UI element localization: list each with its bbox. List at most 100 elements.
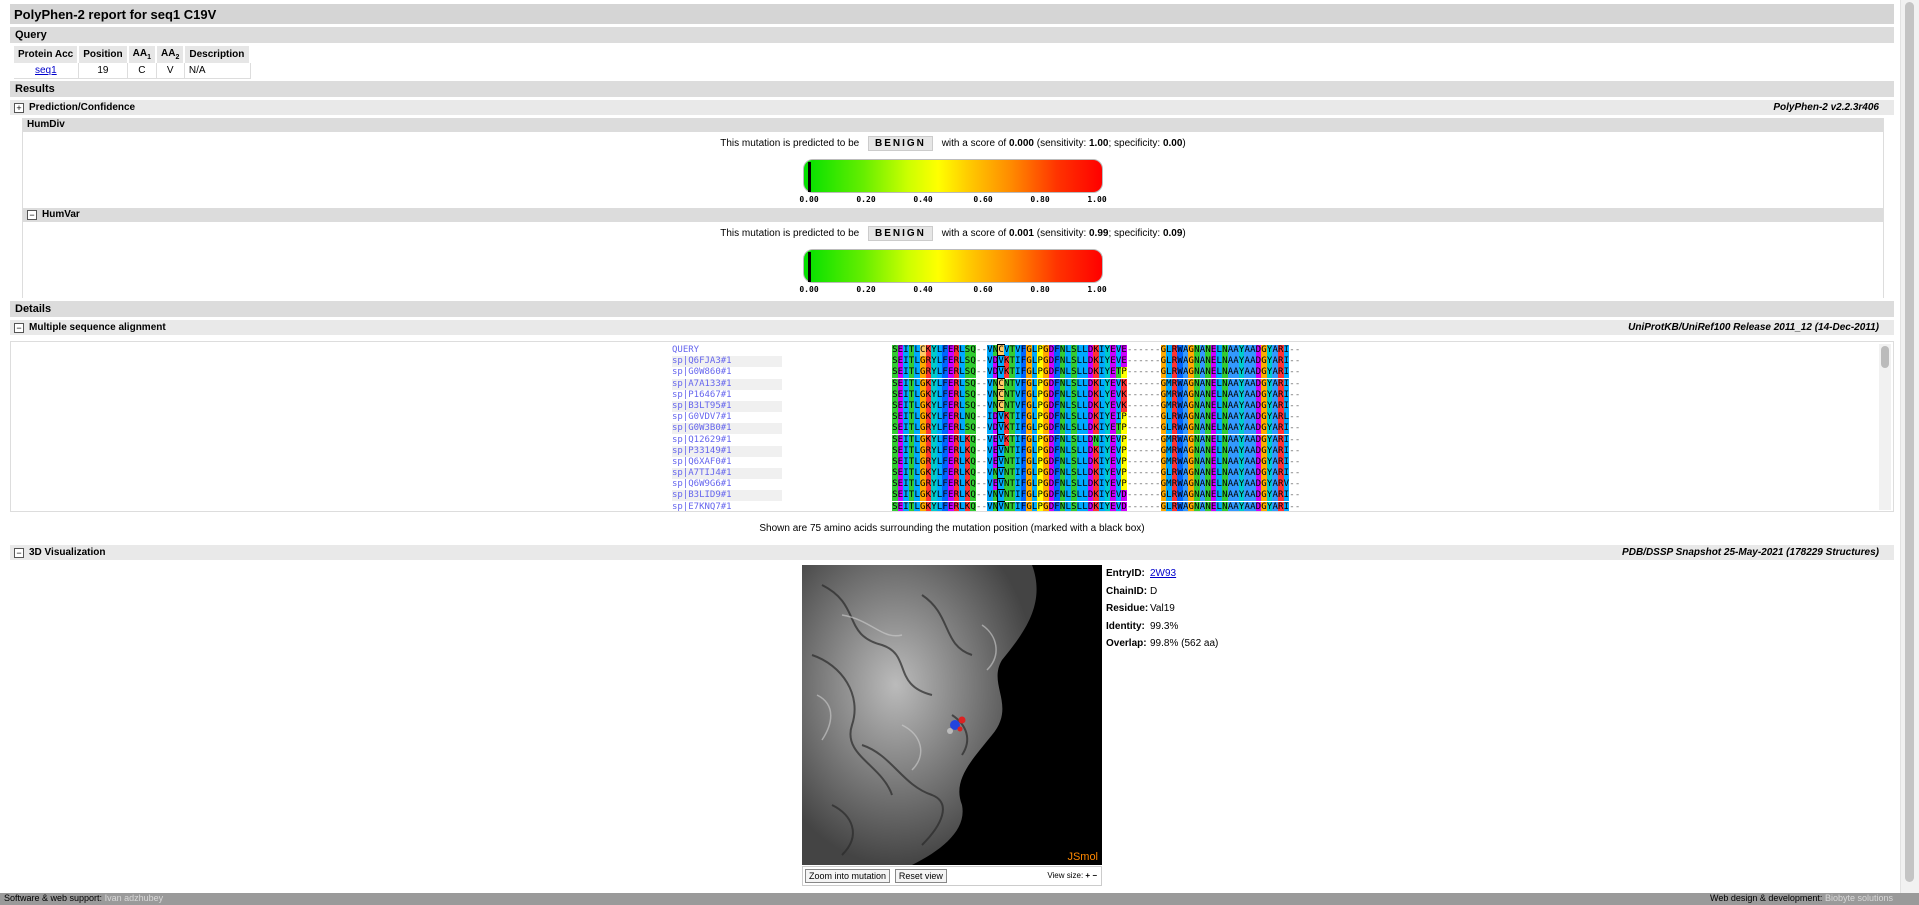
- alignment-row: sp|Q12629#1 SEITLGKYLFERLKQ--VEVKTIFGLPGD…: [672, 433, 1301, 447]
- sequence-name[interactable]: sp|E7KNQ7#1: [672, 502, 782, 511]
- col-aa2: AA2: [156, 46, 186, 63]
- page-scrollbar[interactable]: [1900, 0, 1919, 893]
- aa1-cell: C: [127, 63, 157, 79]
- sequence-name[interactable]: sp|Q6XAF0#1: [672, 457, 782, 468]
- sequence-name[interactable]: sp|Q6W9G6#1: [672, 479, 782, 490]
- zoom-into-mutation-button[interactable]: Zoom into mutation: [805, 869, 891, 883]
- identity-value: 99.3%: [1150, 620, 1179, 632]
- query-table: Protein Acc Position AA1 AA2 Description…: [14, 46, 252, 79]
- paren-close: ): [1182, 228, 1186, 239]
- structure-viewer[interactable]: JSmol: [802, 565, 1102, 865]
- report-page: PolyPhen-2 report for seq1 C19V Query Pr…: [0, 0, 1900, 905]
- alignment-row: sp|B3LT95#1 SEITLGKYLFERLSQ--VNCNTVFGLPGD…: [672, 399, 1301, 413]
- sequence-residues: SEITLCKYLFERLSQ--VNCVTVFGLPGDFNLSLLDKIYE…: [892, 344, 1301, 357]
- expand-toggle-icon[interactable]: +: [14, 103, 24, 113]
- humvar-score-gauge: [803, 249, 1103, 283]
- residue-cell: -: [1294, 400, 1301, 412]
- protein-acc-link[interactable]: seq1: [35, 65, 57, 76]
- alignment-panel[interactable]: QUERY SEITLCKYLFERLSQ--VNCVTVFGLPGDFNLSLL…: [10, 341, 1894, 512]
- alignment-row: sp|A7A133#1 SEITLGKYLFERLSQ--VNCNTVFGLPGD…: [672, 377, 1301, 391]
- alignment-row: sp|B3LID9#1 SEITLGKYLFERLKQ--VNVNTIFGLPGD…: [672, 489, 1301, 503]
- alignment-scrollbar[interactable]: [1879, 344, 1891, 510]
- footer-design-name[interactable]: Biobyte solutions: [1825, 893, 1893, 903]
- scrollbar-thumb[interactable]: [1905, 2, 1914, 882]
- chain-id-value: D: [1150, 585, 1158, 597]
- sensitivity-value: 0.99: [1089, 228, 1109, 239]
- sequence-name[interactable]: sp|P33149#1: [672, 445, 782, 457]
- gauge-ticks: 0.00 0.20 0.40 0.60 0.80 1.00: [799, 195, 1106, 207]
- sequence-name[interactable]: sp|G0VDV7#1: [672, 412, 782, 423]
- footer-support-label: Software & web support:: [4, 893, 103, 903]
- viewer-controls: Zoom into mutation Reset view View size:…: [802, 866, 1102, 886]
- gauge-ticks: 0.00 0.20 0.40 0.60 0.80 1.00: [799, 285, 1107, 297]
- collapse-toggle-icon[interactable]: −: [14, 548, 24, 558]
- sequence-name[interactable]: sp|B3LT95#1: [672, 400, 782, 412]
- gauge-tick: 1.00: [1087, 285, 1107, 294]
- specificity-label: ; specificity:: [1108, 138, 1161, 149]
- specificity-value: 0.00: [1162, 138, 1183, 149]
- sequence-name[interactable]: sp|A7TIJ4#1: [672, 468, 782, 480]
- residue-cell: -: [1294, 378, 1301, 390]
- collapse-toggle-icon[interactable]: −: [14, 323, 24, 333]
- msa-source: UniProtKB/UniRef100 Release 2011_12 (14-…: [1628, 322, 1879, 333]
- gauge-tick: 0.20: [856, 195, 876, 204]
- col-protein-acc: Protein Acc: [14, 46, 80, 63]
- residue-value: Val19: [1150, 603, 1175, 614]
- humdiv-prediction-text: This mutation is predicted to be BENIGN …: [23, 136, 1883, 151]
- scrollbar-thumb[interactable]: [1881, 346, 1889, 368]
- gauge-tick: 0.40: [913, 195, 933, 204]
- gauge-tick: 0.20: [856, 285, 876, 294]
- sequence-name[interactable]: sp|A7A133#1: [672, 378, 782, 390]
- prediction-bar: + Prediction/Confidence PolyPhen-2 v2.2.3…: [10, 100, 1894, 115]
- residue-cell: -: [1294, 434, 1301, 446]
- sequence-residues: SEITLGKYLFERLKQ--VNVNTIFGLPGDFNLSLLDKIYE…: [892, 467, 1301, 481]
- decrease-size-icon[interactable]: −: [1092, 871, 1097, 880]
- alignment-row: sp|Q6FJA3#1 SEITLGRYLFERLSQ--VDVKTIFGLPGD…: [672, 355, 1301, 369]
- entry-id-label: EntryID:: [1106, 568, 1145, 579]
- specificity-label: ; specificity:: [1108, 228, 1161, 239]
- protein-acc-cell: seq1: [14, 63, 79, 79]
- col-aa1: AA1: [127, 46, 158, 63]
- footer-design: Web design & development: Biobyte soluti…: [1710, 893, 1893, 903]
- query-heading: Query: [10, 27, 1894, 43]
- prediction-label: Prediction/Confidence: [29, 102, 136, 113]
- score-text: with a score of: [941, 138, 1007, 149]
- viz-source: PDB/DSSP Snapshot 25-May-2021 (178229 St…: [1622, 547, 1879, 558]
- sequence-name[interactable]: sp|G0W860#1: [672, 367, 782, 378]
- score-marker: [808, 252, 812, 282]
- footer-support-name[interactable]: Ivan adzhubey: [105, 893, 164, 903]
- msa-label: Multiple sequence alignment: [29, 322, 166, 333]
- overlap-value: 99.8% (562 aa): [1150, 638, 1219, 649]
- sequence-residues: SEITLGKYLFERLKQ--VEVKTIFGLPGDFNLSLLDNIYE…: [892, 433, 1301, 447]
- msa-bar: − Multiple sequence alignment UniProtKB/U…: [10, 320, 1894, 335]
- alignment-rows: QUERY SEITLCKYLFERLSQ--VNCVTVFGLPGDFNLSLL…: [672, 344, 1301, 512]
- sequence-name[interactable]: QUERY: [672, 345, 782, 356]
- jsmol-logo[interactable]: JSmol: [1067, 851, 1098, 863]
- sequence-residues: SEITLGKYLFERLSQ--VNCNTVFGLPGDFNLSLLDKLYE…: [892, 377, 1301, 391]
- paren-close: ): [1182, 138, 1186, 149]
- sequence-residues: SEITLGRYLFERLKQ--VEVNTIFGLPGDFNLSLLDKIYE…: [892, 455, 1301, 469]
- residue-cell: -: [1294, 412, 1301, 424]
- identity-label: Identity:: [1106, 620, 1145, 632]
- verdict-badge: BENIGN: [868, 136, 933, 151]
- sequence-name[interactable]: sp|Q12629#1: [672, 435, 782, 446]
- aa2-cell: V: [156, 63, 185, 79]
- alignment-row: sp|G0VDV7#1 SEITLGKYLFERLNQ--IDVKTIFGLPGD…: [672, 411, 1301, 425]
- entry-id-link[interactable]: 2W93: [1150, 568, 1176, 579]
- protein-structure-image: [802, 565, 1037, 865]
- sequence-name[interactable]: sp|G0W3B0#1: [672, 423, 782, 435]
- humvar-prediction-text: This mutation is predicted to be BENIGN …: [23, 226, 1883, 241]
- score-value: 0.001: [1008, 228, 1034, 239]
- sequence-name[interactable]: sp|B3LID9#1: [672, 490, 782, 502]
- sequence-name[interactable]: sp|Q6FJA3#1: [672, 356, 782, 368]
- collapse-toggle-icon[interactable]: −: [27, 210, 37, 220]
- reset-view-button[interactable]: Reset view: [894, 869, 947, 883]
- sequence-name[interactable]: sp|P16467#1: [672, 390, 782, 401]
- increase-size-icon[interactable]: +: [1085, 871, 1090, 880]
- residue-cell: -: [1294, 501, 1301, 512]
- residue-cell: -: [1294, 356, 1301, 368]
- humdiv-panel: HumDiv This mutation is predicted to be …: [22, 118, 1884, 208]
- col-description: Description: [184, 46, 252, 63]
- view-size-control: View size: + −: [1047, 871, 1097, 880]
- residue-label: Residue:: [1106, 603, 1149, 614]
